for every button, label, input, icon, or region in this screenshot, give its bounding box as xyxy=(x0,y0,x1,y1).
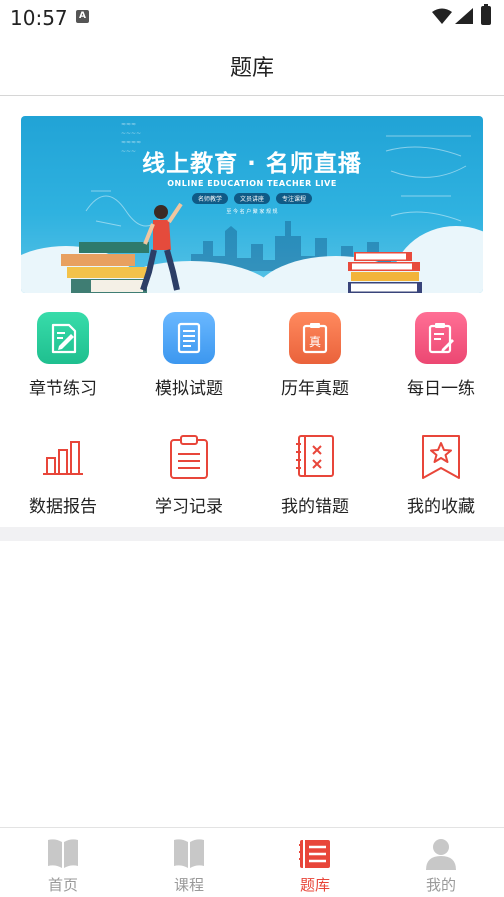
page-title: 题库 xyxy=(229,56,274,81)
bar-chart-icon xyxy=(37,430,89,482)
feature-label: 章节练习 xyxy=(29,379,97,399)
user-icon xyxy=(426,839,456,870)
top-app-bar: 题库 xyxy=(0,34,504,96)
nav-courses[interactable]: 课程 xyxy=(126,828,252,897)
nav-home[interactable]: 首页 xyxy=(0,828,126,897)
study-record-button[interactable]: 学习记录 xyxy=(126,418,252,528)
favorites-button[interactable]: 我的收藏 xyxy=(378,418,504,528)
banner-tag: 专注课程 xyxy=(276,193,313,204)
nav-question-bank[interactable]: 题库 xyxy=(252,828,378,897)
daily-practice-icon xyxy=(415,312,467,364)
clipboard-icon xyxy=(163,430,215,482)
bottom-navigation: 首页 课程 题库 我的 xyxy=(0,827,504,897)
wrong-questions-icon xyxy=(289,430,341,482)
nav-label: 题库 xyxy=(299,876,330,894)
feature-label: 每日一练 xyxy=(407,379,475,399)
feature-label: 我的错题 xyxy=(281,497,349,517)
banner-tag: 文员讲座 xyxy=(233,193,270,204)
chapter-practice-icon xyxy=(37,312,89,364)
section-divider xyxy=(0,527,504,541)
banner-tagline: 至 今 名 户 聚 家 规 规 xyxy=(226,209,278,215)
battery-icon xyxy=(481,4,491,25)
nav-label: 课程 xyxy=(173,876,204,894)
feature-label: 学习记录 xyxy=(155,497,223,517)
book-icon xyxy=(48,839,78,868)
signal-icon xyxy=(455,8,473,24)
feature-label: 模拟试题 xyxy=(155,379,223,399)
nav-label: 我的 xyxy=(425,876,456,894)
status-time: 10:57 xyxy=(10,6,68,30)
banner-tag: 名师教学 xyxy=(191,193,228,204)
feature-label: 我的收藏 xyxy=(407,497,475,517)
notification-icon: A xyxy=(76,10,89,23)
nav-label: 首页 xyxy=(47,876,78,894)
status-bar: 10:57 A xyxy=(0,0,504,34)
wrong-questions-button[interactable]: 我的错题 xyxy=(252,418,378,528)
student-illustration xyxy=(140,202,183,291)
daily-practice-button[interactable]: 每日一练 xyxy=(378,300,504,410)
banner-tags: 名师教学 文员讲座 专注课程 xyxy=(21,193,483,204)
banner-title: 线上教育 · 名师直播 xyxy=(142,151,362,177)
mock-exam-button[interactable]: 模拟试题 xyxy=(126,300,252,410)
stacked-books-right xyxy=(348,252,422,293)
data-report-button[interactable]: 数据报告 xyxy=(0,418,126,528)
mock-exam-icon xyxy=(163,312,215,364)
feature-label: 历年真题 xyxy=(281,379,349,399)
past-exam-icon: 真 xyxy=(289,312,341,364)
feature-label: 数据报告 xyxy=(29,497,97,517)
bookmark-star-icon xyxy=(415,430,467,482)
chapter-practice-button[interactable]: 章节练习 xyxy=(0,300,126,410)
promo-banner[interactable]: ≈≈≈ ~~~~ ≈≈≈≈ ~~~ 线上教育 · 名师直播 ONLINE EDUCAT… xyxy=(21,116,483,293)
wifi-icon xyxy=(432,8,452,24)
book-icon xyxy=(174,839,204,868)
nav-me[interactable]: 我的 xyxy=(378,828,504,897)
past-exam-badge-text: 真 xyxy=(309,335,321,349)
past-exam-button[interactable]: 真 历年真题 xyxy=(252,300,378,410)
banner-subtitle: ONLINE EDUCATION TEACHER LIVE xyxy=(167,179,337,188)
question-bank-icon xyxy=(299,840,330,868)
